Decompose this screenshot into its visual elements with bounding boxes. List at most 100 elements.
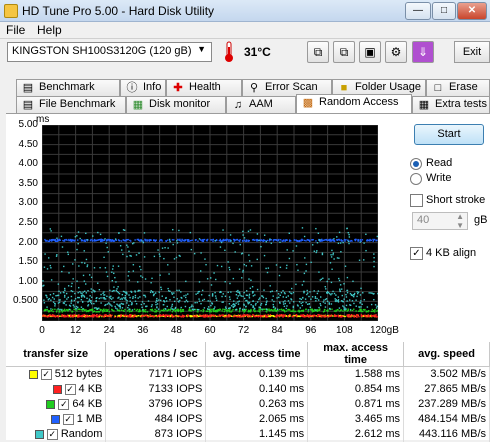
minimize-button[interactable]: — (405, 2, 431, 20)
data-point (138, 315, 139, 316)
data-point (176, 257, 177, 258)
data-point (157, 303, 158, 304)
series-checkbox[interactable]: ✓ (47, 429, 58, 440)
tab-random-access[interactable]: ▩Random Access (296, 94, 412, 113)
stroke-size-input[interactable]: 40 ▲▼ (412, 212, 468, 230)
copy-all-icon[interactable]: ⧉ (333, 41, 355, 63)
data-point (301, 315, 302, 316)
data-point (277, 309, 278, 310)
data-point (365, 250, 366, 251)
data-point (366, 310, 367, 311)
data-point (305, 302, 306, 303)
data-point (161, 289, 162, 290)
data-point (264, 255, 265, 256)
tab-disk-monitor[interactable]: ▦Disk monitor (126, 96, 226, 113)
series-checkbox[interactable]: ✓ (41, 369, 52, 380)
data-point (376, 306, 377, 307)
data-point (152, 292, 153, 293)
data-point (332, 254, 333, 255)
data-point (163, 258, 164, 259)
data-point (187, 293, 188, 294)
data-point (238, 295, 239, 296)
data-point (267, 240, 268, 241)
start-button[interactable]: Start (414, 124, 484, 145)
data-point (216, 310, 217, 311)
data-point (172, 311, 173, 312)
data-point (252, 301, 253, 302)
data-point (75, 236, 76, 237)
data-point (84, 291, 85, 292)
data-point (307, 239, 308, 240)
series-checkbox[interactable]: ✓ (58, 399, 69, 410)
title-bar: HD Tune Pro 5.00 - Hard Disk Utility — □… (0, 0, 490, 22)
data-point (244, 309, 245, 310)
data-point (142, 301, 143, 302)
tab-info[interactable]: ⓘInfo (120, 79, 166, 96)
data-point (307, 292, 308, 293)
tab-aam[interactable]: ♫AAM (226, 96, 296, 113)
series-checkbox[interactable]: ✓ (65, 384, 76, 395)
tab-extra-tests[interactable]: ▦Extra tests (412, 96, 490, 113)
data-point (204, 239, 205, 240)
data-point (269, 238, 270, 239)
data-point (257, 310, 258, 311)
data-point (377, 310, 378, 311)
data-point (119, 293, 120, 294)
series-checkbox[interactable]: ✓ (63, 414, 74, 425)
data-point (114, 306, 115, 307)
write-radio[interactable] (410, 173, 422, 185)
short-stroke-checkbox[interactable] (410, 194, 423, 207)
tab-benchmark[interactable]: ▤Benchmark (16, 79, 120, 96)
align-checkbox[interactable]: ✓ (410, 247, 423, 260)
table-row: ✓Random873 IOPS1.145 ms2.612 ms443.116 M… (6, 427, 490, 442)
menu-help[interactable]: Help (37, 23, 62, 37)
exit-button[interactable]: Exit (454, 41, 490, 63)
download-icon[interactable]: ⇓ (412, 41, 434, 63)
copy-icon[interactable]: ⧉ (307, 41, 329, 63)
data-point (372, 309, 373, 310)
drive-select[interactable]: KINGSTON SH100S3120G (120 gB) ▼ (7, 42, 212, 62)
tab-file-benchmark[interactable]: ▤File Benchmark (16, 96, 126, 113)
data-point (315, 309, 316, 310)
save-icon[interactable]: ▣ (359, 41, 381, 63)
data-point (118, 297, 119, 298)
data-point (89, 309, 90, 310)
data-point (298, 310, 299, 311)
data-point (111, 309, 112, 310)
data-point (345, 294, 346, 295)
options-icon[interactable]: ⚙ (385, 41, 407, 63)
data-point (223, 293, 224, 294)
read-radio[interactable] (410, 158, 422, 170)
data-point (146, 315, 147, 316)
data-point (64, 290, 65, 291)
data-point (340, 242, 341, 243)
data-point (226, 315, 227, 316)
data-point (250, 229, 251, 230)
close-button[interactable]: ✕ (457, 2, 487, 20)
data-point (258, 299, 259, 300)
data-point (344, 240, 345, 241)
maximize-button[interactable]: □ (432, 2, 456, 20)
data-point (255, 310, 256, 311)
data-point (167, 247, 168, 248)
data-point (139, 309, 140, 310)
data-point (323, 299, 324, 300)
tab-health[interactable]: ✚Health (166, 79, 242, 96)
data-point (161, 310, 162, 311)
data-point (185, 306, 186, 307)
data-point (301, 303, 302, 304)
data-point (197, 293, 198, 294)
data-point (341, 288, 342, 289)
data-point (46, 306, 47, 307)
data-point (303, 281, 304, 282)
data-point (137, 309, 138, 310)
data-point (254, 316, 255, 317)
tab-erase[interactable]: □Erase (426, 79, 490, 96)
data-point (197, 311, 198, 312)
data-point (213, 239, 214, 240)
menu-file[interactable]: File (6, 23, 25, 37)
scatter-chart (42, 125, 378, 321)
data-point (138, 252, 139, 253)
spinner-arrows-icon[interactable]: ▲▼ (456, 212, 464, 230)
data-point (305, 298, 306, 299)
